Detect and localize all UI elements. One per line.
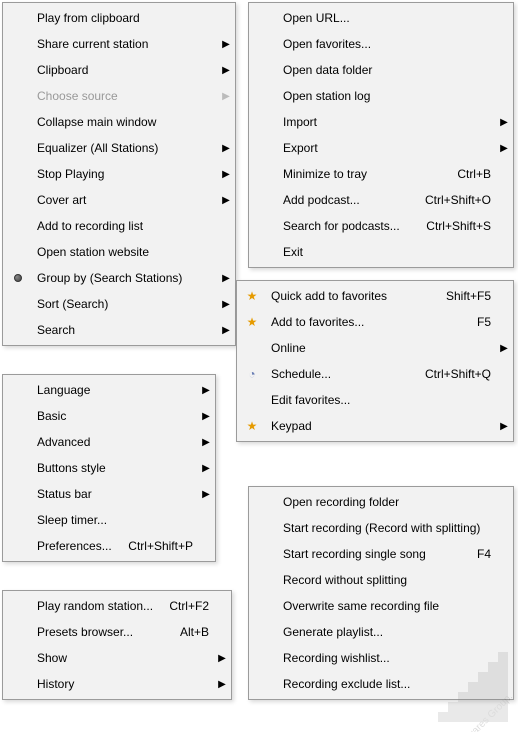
menu-item-online[interactable]: Online▶ bbox=[239, 335, 511, 361]
submenu-arrow-icon: ▶ bbox=[199, 437, 213, 448]
menu-item-preferences[interactable]: Preferences...Ctrl+Shift+P bbox=[5, 533, 213, 559]
context-menu-right-1: Open URL... Open favorites... Open data … bbox=[248, 2, 514, 268]
menu-item-basic[interactable]: Basic▶ bbox=[5, 403, 213, 429]
menu-item-open-data-folder[interactable]: Open data folder bbox=[251, 57, 511, 83]
menu-item-sort[interactable]: Sort (Search)▶ bbox=[5, 291, 233, 317]
menu-item-open-station-log[interactable]: Open station log bbox=[251, 83, 511, 109]
menu-item-overwrite-same-recording[interactable]: Overwrite same recording file bbox=[251, 593, 511, 619]
menu-item-advanced[interactable]: Advanced▶ bbox=[5, 429, 213, 455]
menu-item-recording-exclude-list[interactable]: Recording exclude list... bbox=[251, 671, 511, 697]
menu-item-collapse-main-window[interactable]: Collapse main window bbox=[5, 109, 233, 135]
star-icon: ★ bbox=[245, 315, 259, 329]
star-icon: ★ bbox=[245, 289, 259, 303]
submenu-arrow-icon: ▶ bbox=[199, 385, 213, 396]
menu-item-add-to-recording-list[interactable]: Add to recording list bbox=[5, 213, 233, 239]
menu-item-exit[interactable]: Exit bbox=[251, 239, 511, 265]
menu-item-stop-playing[interactable]: Stop Playing▶ bbox=[5, 161, 233, 187]
submenu-arrow-icon: ▶ bbox=[219, 39, 233, 50]
menu-item-start-recording-splitting[interactable]: Start recording (Record with splitting) bbox=[251, 515, 511, 541]
menu-item-presets-browser[interactable]: Presets browser...Alt+B bbox=[5, 619, 229, 645]
menu-item-history[interactable]: History▶ bbox=[5, 671, 229, 697]
menu-item-import[interactable]: Import▶ bbox=[251, 109, 511, 135]
context-menu-left-1: Play from clipboard Share current statio… bbox=[2, 2, 236, 346]
menu-item-share-current-station[interactable]: Share current station▶ bbox=[5, 31, 233, 57]
menu-item-sleep-timer[interactable]: Sleep timer... bbox=[5, 507, 213, 533]
menu-item-add-podcast[interactable]: Add podcast...Ctrl+Shift+O bbox=[251, 187, 511, 213]
context-menu-right-3: Open recording folder Start recording (R… bbox=[248, 486, 514, 700]
menu-item-open-url[interactable]: Open URL... bbox=[251, 5, 511, 31]
menu-item-quick-add-to-favorites[interactable]: ★Quick add to favoritesShift+F5 bbox=[239, 283, 511, 309]
submenu-arrow-icon: ▶ bbox=[219, 91, 233, 102]
clock-icon: ◔ bbox=[245, 367, 259, 381]
menu-item-equalizer[interactable]: Equalizer (All Stations)▶ bbox=[5, 135, 233, 161]
submenu-arrow-icon: ▶ bbox=[219, 195, 233, 206]
menu-item-keypad[interactable]: ★Keypad▶ bbox=[239, 413, 511, 439]
menu-item-schedule[interactable]: ◔Schedule...Ctrl+Shift+Q bbox=[239, 361, 511, 387]
submenu-arrow-icon: ▶ bbox=[497, 421, 511, 432]
menu-item-play-from-clipboard[interactable]: Play from clipboard bbox=[5, 5, 233, 31]
submenu-arrow-icon: ▶ bbox=[215, 679, 229, 690]
submenu-arrow-icon: ▶ bbox=[219, 325, 233, 336]
menu-item-show[interactable]: Show▶ bbox=[5, 645, 229, 671]
submenu-arrow-icon: ▶ bbox=[199, 489, 213, 500]
submenu-arrow-icon: ▶ bbox=[215, 653, 229, 664]
context-menu-right-2: ★Quick add to favoritesShift+F5 ★Add to … bbox=[236, 280, 514, 442]
menu-item-play-random-station[interactable]: Play random station...Ctrl+F2 bbox=[5, 593, 229, 619]
submenu-arrow-icon: ▶ bbox=[219, 299, 233, 310]
menu-item-clipboard[interactable]: Clipboard▶ bbox=[5, 57, 233, 83]
menu-item-open-favorites[interactable]: Open favorites... bbox=[251, 31, 511, 57]
menu-item-buttons-style[interactable]: Buttons style▶ bbox=[5, 455, 213, 481]
menu-item-language[interactable]: Language▶ bbox=[5, 377, 213, 403]
submenu-arrow-icon: ▶ bbox=[497, 143, 511, 154]
menu-item-open-recording-folder[interactable]: Open recording folder bbox=[251, 489, 511, 515]
submenu-arrow-icon: ▶ bbox=[199, 411, 213, 422]
menu-item-minimize-to-tray[interactable]: Minimize to trayCtrl+B bbox=[251, 161, 511, 187]
submenu-arrow-icon: ▶ bbox=[219, 169, 233, 180]
star-icon: ★ bbox=[245, 419, 259, 433]
menu-item-open-station-website[interactable]: Open station website bbox=[5, 239, 233, 265]
menu-item-cover-art[interactable]: Cover art▶ bbox=[5, 187, 233, 213]
context-menu-left-3: Play random station...Ctrl+F2 Presets br… bbox=[2, 590, 232, 700]
menu-item-edit-favorites[interactable]: Edit favorites... bbox=[239, 387, 511, 413]
menu-item-group-by[interactable]: Group by (Search Stations)▶ bbox=[5, 265, 233, 291]
submenu-arrow-icon: ▶ bbox=[497, 117, 511, 128]
menu-item-record-without-splitting[interactable]: Record without splitting bbox=[251, 567, 511, 593]
menu-item-search[interactable]: Search▶ bbox=[5, 317, 233, 343]
context-menu-left-2: Language▶ Basic▶ Advanced▶ Buttons style… bbox=[2, 374, 216, 562]
submenu-arrow-icon: ▶ bbox=[497, 343, 511, 354]
dot-icon bbox=[14, 274, 22, 282]
menu-item-add-to-favorites[interactable]: ★Add to favorites...F5 bbox=[239, 309, 511, 335]
menu-item-recording-wishlist[interactable]: Recording wishlist... bbox=[251, 645, 511, 671]
submenu-arrow-icon: ▶ bbox=[219, 65, 233, 76]
menu-item-status-bar[interactable]: Status bar▶ bbox=[5, 481, 213, 507]
menu-item-export[interactable]: Export▶ bbox=[251, 135, 511, 161]
submenu-arrow-icon: ▶ bbox=[219, 273, 233, 284]
menu-item-search-for-podcasts[interactable]: Search for podcasts...Ctrl+Shift+S bbox=[251, 213, 511, 239]
submenu-arrow-icon: ▶ bbox=[219, 143, 233, 154]
menu-item-choose-source: Choose source▶ bbox=[5, 83, 233, 109]
menu-item-start-recording-single-song[interactable]: Start recording single songF4 bbox=[251, 541, 511, 567]
menu-item-generate-playlist[interactable]: Generate playlist... bbox=[251, 619, 511, 645]
submenu-arrow-icon: ▶ bbox=[199, 463, 213, 474]
